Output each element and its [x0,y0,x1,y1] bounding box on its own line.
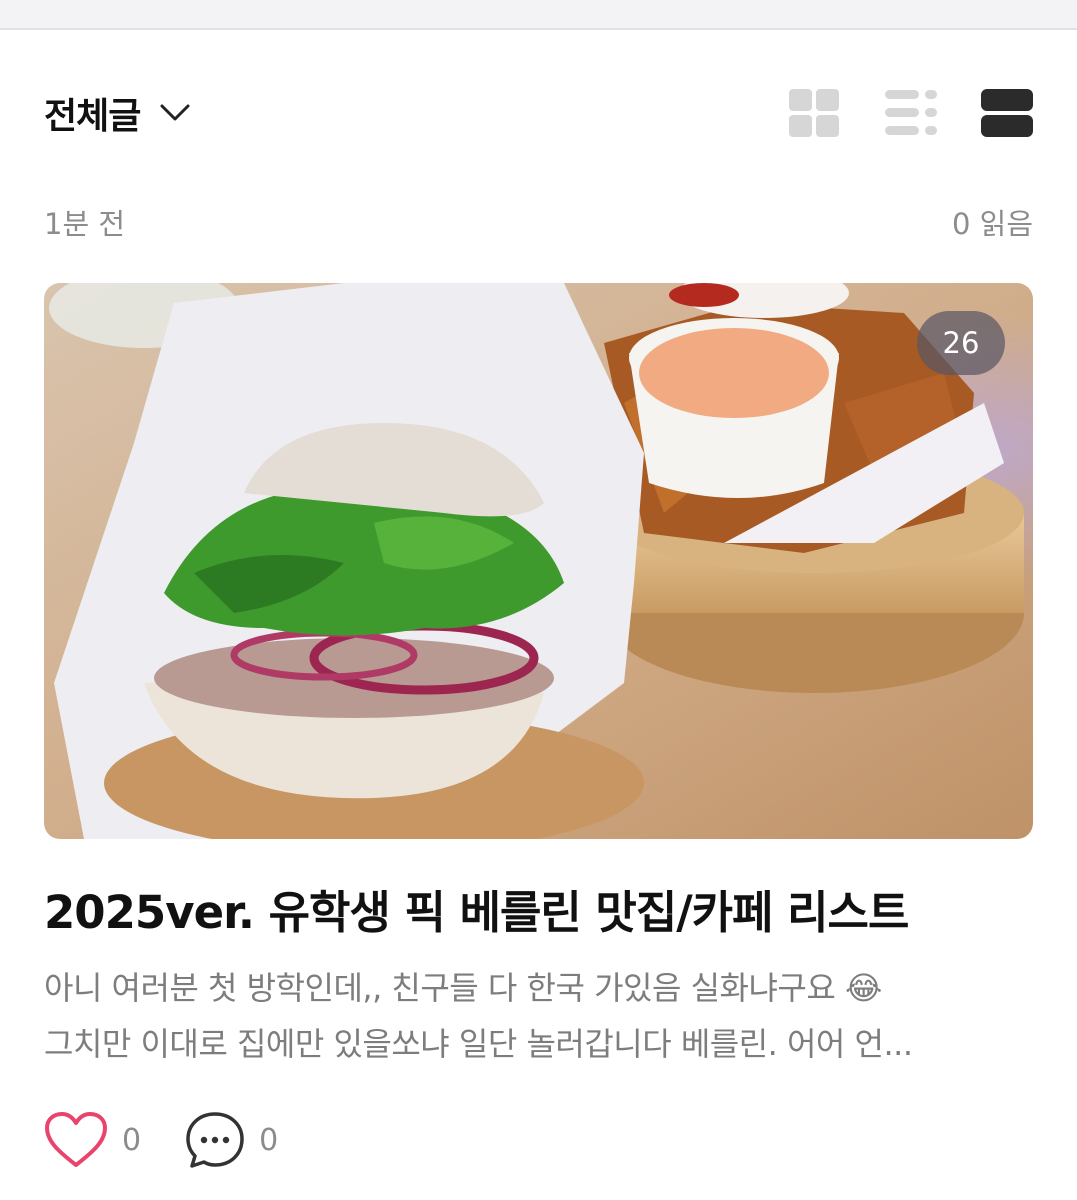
comment-count: 0 [259,1122,279,1158]
burger-photo [44,283,1033,839]
read-count: 0 읽음 [951,207,1033,241]
photo-count-badge: 26 [917,311,1005,375]
category-header: 전체글 [44,85,1033,141]
list-view-icon[interactable] [885,87,937,139]
view-mode-switcher [789,87,1033,139]
post-title[interactable]: 2025ver. 유학생 픽 베를린 맛집/카페 리스트 [44,876,1033,941]
post-meta: 1분 전 0 읽음 [44,200,1033,244]
post-actions: 0 0 [44,1110,278,1170]
comment-button[interactable]: 0 [185,1110,278,1170]
like-button[interactable]: 0 [44,1111,141,1169]
category-title: 전체글 [44,96,141,137]
grid-view-icon[interactable] [789,87,841,139]
chevron-down-icon [160,104,190,121]
card-view-icon[interactable] [981,87,1033,139]
heart-icon [45,1112,107,1167]
top-bar [0,0,1077,30]
excerpt-line-1: 아니 여러분 첫 방학인데,, 친구들 다 한국 가있음 실화냐구요 😂 [44,969,882,1007]
post-thumbnail[interactable]: 26 [44,283,1033,839]
category-dropdown[interactable]: 전체글 [44,87,190,139]
post-time: 1분 전 [44,207,126,241]
like-count: 0 [122,1122,142,1158]
post-excerpt[interactable]: 아니 여러분 첫 방학인데,, 친구들 다 한국 가있음 실화냐구요 😂 그치만… [44,960,1034,1072]
comment-icon [186,1112,244,1168]
excerpt-line-2: 그치만 이대로 집에만 있을쏘냐 일단 놀러갑니다 베를린. 어어 언... [44,1025,913,1063]
